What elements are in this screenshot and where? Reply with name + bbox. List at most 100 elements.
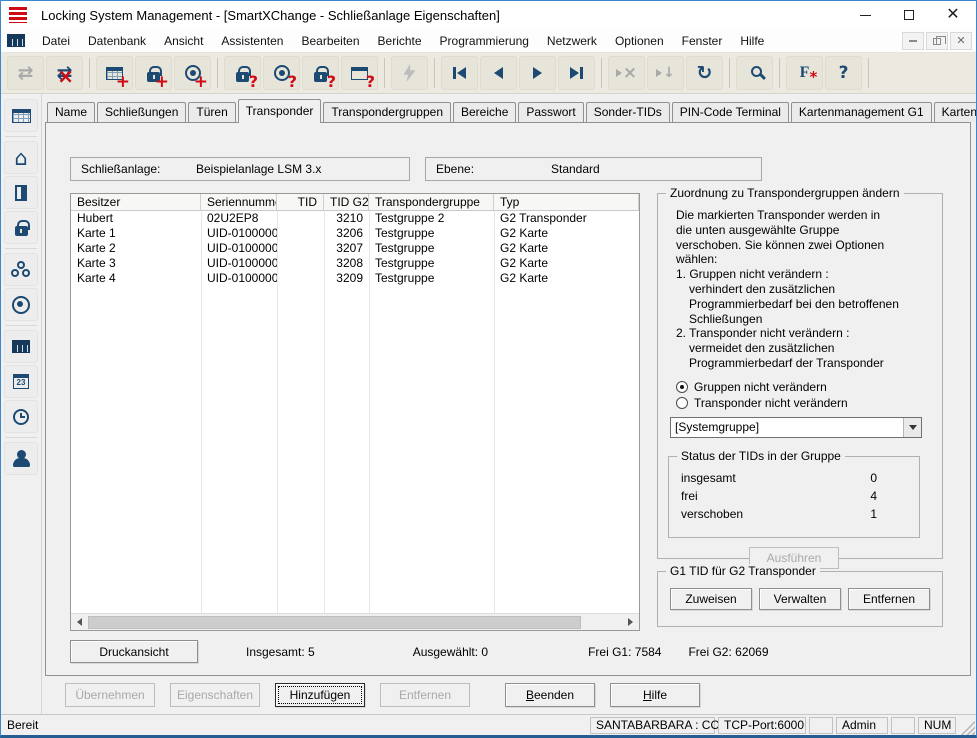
column-tid[interactable]: TID (277, 194, 324, 210)
sidebar-doors-icon[interactable] (4, 176, 38, 209)
tab-pin-code-terminal[interactable]: PIN-Code Terminal (672, 102, 789, 122)
menu-berichte[interactable]: Berichte (369, 31, 431, 51)
refresh-icon[interactable]: ↻ (686, 56, 723, 90)
scrollbar-thumb[interactable] (88, 616, 581, 629)
table-row[interactable]: Hubert 02U2EP8 3210 Testgruppe 2 G2 Tran… (71, 211, 639, 226)
tid-status-groupbox: Status der TIDs in der Gruppe insgesamt … (668, 456, 920, 538)
resize-grip[interactable] (959, 719, 975, 735)
search-icon[interactable] (736, 56, 773, 90)
tab-name[interactable]: Name (47, 102, 95, 122)
remove-g1-button[interactable]: Entfernen (848, 588, 930, 610)
next-record-icon[interactable] (519, 56, 556, 90)
remove-record-icon[interactable]: × (608, 56, 645, 90)
tab-kartenmanagement-g1[interactable]: Kartenmanagement G1 (791, 102, 932, 122)
sidebar-home-icon[interactable]: ⌂ (4, 141, 38, 174)
tab-kartenmanagement-g2[interactable]: Kartenmanagement G2 (934, 102, 977, 122)
menubar: Datei Datenbank Ansicht Assistenten Bear… (1, 29, 976, 53)
properties-button[interactable]: Eigenschaften (170, 683, 260, 707)
read-lock-g2-icon[interactable]: ? (302, 56, 339, 90)
minimize-button[interactable] (846, 3, 884, 27)
add-locking-plan-icon[interactable]: + (96, 56, 133, 90)
first-record-icon[interactable] (441, 56, 478, 90)
column-transpondergruppe[interactable]: Transpondergruppe (369, 194, 494, 210)
free-g2-count: Frei G2: 62069 (688, 645, 768, 659)
remove-button[interactable]: Entfernen (380, 683, 470, 707)
status-com-port: SANTABARBARA : COM3 (590, 717, 715, 734)
exit-button[interactable]: Beenden (505, 683, 595, 707)
read-lock-icon[interactable]: ? (224, 56, 261, 90)
dropdown-arrow-icon[interactable] (903, 418, 921, 437)
program-flash-icon[interactable] (391, 56, 428, 90)
manage-button[interactable]: Verwalten (759, 588, 841, 610)
add-lock-icon[interactable]: + (135, 56, 172, 90)
tab-sonder-tids[interactable]: Sonder-TIDs (586, 102, 670, 122)
table-row[interactable]: Karte 4 UID-0100000... 3209 Testgruppe G… (71, 271, 639, 286)
disconnect-icon[interactable]: ⇄× (46, 56, 83, 90)
menu-optionen[interactable]: Optionen (606, 31, 673, 51)
mdi-close-button[interactable]: ✕ (950, 32, 972, 50)
filter-settings-icon[interactable]: F* (786, 56, 823, 90)
menu-hilfe[interactable]: Hilfe (731, 31, 773, 51)
tid-free-label: frei (681, 487, 870, 505)
tab-passwort[interactable]: Passwort (518, 102, 583, 122)
apply-button[interactable]: Übernehmen (65, 683, 155, 707)
maximize-button[interactable] (890, 3, 928, 27)
menu-fenster[interactable]: Fenster (673, 31, 732, 51)
menu-assistenten[interactable]: Assistenten (212, 31, 292, 51)
menu-ansicht[interactable]: Ansicht (155, 31, 212, 51)
menu-datenbank[interactable]: Datenbank (79, 31, 155, 51)
table-row[interactable]: Karte 2 UID-0100000... 3207 Testgruppe G… (71, 241, 639, 256)
assign-button[interactable]: Zuweisen (670, 588, 752, 610)
sidebar-locks-icon[interactable] (4, 211, 38, 244)
horizontal-scrollbar[interactable] (71, 613, 639, 630)
table-row[interactable]: Karte 3 UID-0100000... 3208 Testgruppe G… (71, 256, 639, 271)
tid-moved-value: 1 (870, 505, 877, 523)
sync-arrows-icon[interactable]: ⇄ (7, 56, 44, 90)
table-header: Besitzer Seriennummer TID TID G2 Transpo… (71, 194, 639, 211)
sidebar-calendar-icon[interactable] (4, 365, 38, 398)
g1-tid-groupbox: G1 TID für G2 Transponder Zuweisen Verwa… (657, 571, 943, 627)
last-record-icon[interactable] (558, 56, 595, 90)
sidebar-transponder-groups-icon[interactable] (4, 253, 38, 286)
status-num-lock: NUM (918, 717, 956, 734)
status-user: Admin (836, 717, 888, 734)
tab-transponder[interactable]: Transponder (238, 99, 322, 123)
mdi-restore-button[interactable] (926, 32, 948, 50)
add-button[interactable]: Hinzufügen (275, 683, 365, 707)
tab-tueren[interactable]: Türen (188, 102, 235, 122)
column-besitzer[interactable]: Besitzer (71, 194, 201, 210)
sidebar-users-icon[interactable] (4, 442, 38, 475)
read-network-icon[interactable]: ? (341, 56, 378, 90)
help-button[interactable]: Hilfe (610, 683, 700, 707)
group-dropdown[interactable]: [Systemgruppe] (670, 417, 922, 438)
tab-bereiche[interactable]: Bereiche (453, 102, 516, 122)
dialog-button-row: Übernehmen Eigenschaften Hinzufügen Entf… (45, 676, 971, 714)
close-button[interactable]: ✕ (934, 3, 972, 27)
menu-datei[interactable]: Datei (33, 31, 79, 51)
mdi-minimize-button[interactable] (902, 32, 924, 50)
scroll-right-icon[interactable] (622, 614, 639, 631)
column-seriennummer[interactable]: Seriennummer (201, 194, 277, 210)
import-record-icon[interactable]: ↓ (647, 56, 684, 90)
radio-groups-unchanged[interactable]: Gruppen nicht verändern (676, 380, 932, 394)
sidebar-matrix-icon[interactable] (4, 330, 38, 363)
read-transponder-icon[interactable]: ? (263, 56, 300, 90)
print-view-button[interactable]: Druckansicht (70, 640, 198, 663)
table-row[interactable]: Karte 1 UID-0100000... 3206 Testgruppe G… (71, 226, 639, 241)
sidebar-time-zone-icon[interactable] (4, 400, 38, 433)
status-tcp-port: TCP-Port:6000 (718, 717, 806, 734)
tab-transpondergruppen[interactable]: Transpondergruppen (323, 102, 451, 122)
radio-transponder-unchanged[interactable]: Transponder nicht verändern (676, 396, 932, 410)
help-icon[interactable]: ? (825, 56, 862, 90)
menu-bearbeiten[interactable]: Bearbeiten (292, 31, 368, 51)
sidebar-locking-plan-icon[interactable] (4, 99, 38, 132)
tab-schliessungen[interactable]: Schließungen (97, 102, 186, 122)
column-tid-g2[interactable]: TID G2 (324, 194, 369, 210)
menu-netzwerk[interactable]: Netzwerk (538, 31, 606, 51)
add-transponder-icon[interactable]: + (174, 56, 211, 90)
sidebar-transponders-icon[interactable] (4, 288, 38, 321)
menu-programmierung[interactable]: Programmierung (431, 31, 538, 51)
scroll-left-icon[interactable] (71, 614, 88, 631)
previous-record-icon[interactable] (480, 56, 517, 90)
column-typ[interactable]: Typ (494, 194, 639, 210)
